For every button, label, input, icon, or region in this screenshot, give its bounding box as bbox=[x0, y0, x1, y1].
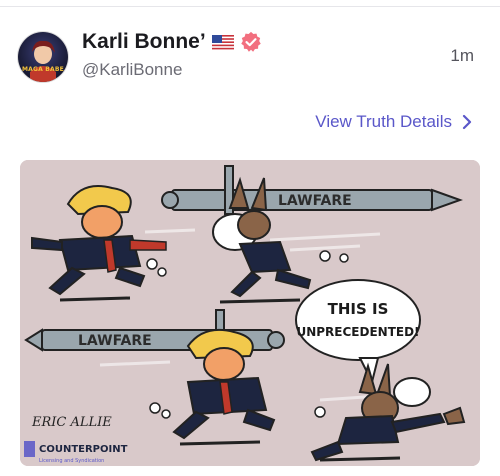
view-details-label: View Truth Details bbox=[315, 112, 452, 131]
publisher-name: COUNTERPOINT bbox=[39, 444, 128, 455]
speech-bubble-line1: THIS IS bbox=[328, 300, 389, 318]
sword-top-label: LAWFARE bbox=[278, 193, 352, 209]
avatar[interactable]: MAGA BABE bbox=[18, 32, 68, 82]
shadow-top-right bbox=[219, 298, 301, 304]
verified-badge-icon bbox=[240, 31, 261, 52]
view-details-link[interactable]: View Truth Details bbox=[315, 112, 472, 132]
chevron-right-icon bbox=[462, 114, 472, 130]
author-row: Karli Bonne’ bbox=[82, 30, 262, 54]
speech-bubble-line2: UNPRECEDENTED! bbox=[296, 325, 419, 339]
avatar-illustration bbox=[30, 40, 56, 82]
shadow-bottom-right bbox=[319, 456, 401, 462]
author-name[interactable]: Karli Bonne’ bbox=[82, 30, 206, 54]
cartoon-illustration: LAWFARE LAWFARE THIS IS UNPRECEDENTED! E… bbox=[20, 160, 480, 466]
shadow-bottom-left bbox=[179, 440, 261, 446]
post-timestamp: 1m bbox=[450, 46, 474, 65]
shadow-top-left bbox=[59, 296, 131, 302]
publisher-tagline: Licensing and Syndication bbox=[39, 458, 104, 464]
us-flag-icon bbox=[211, 34, 234, 50]
avatar-badge-text: MAGA BABE bbox=[22, 66, 64, 73]
sword-bottom-label: LAWFARE bbox=[78, 333, 152, 349]
top-divider bbox=[0, 6, 500, 7]
author-handle[interactable]: @KarliBonne bbox=[82, 60, 182, 80]
artist-signature: ERIC ALLIE bbox=[31, 415, 112, 430]
cartoon-image[interactable]: LAWFARE LAWFARE THIS IS UNPRECEDENTED! E… bbox=[20, 160, 480, 466]
